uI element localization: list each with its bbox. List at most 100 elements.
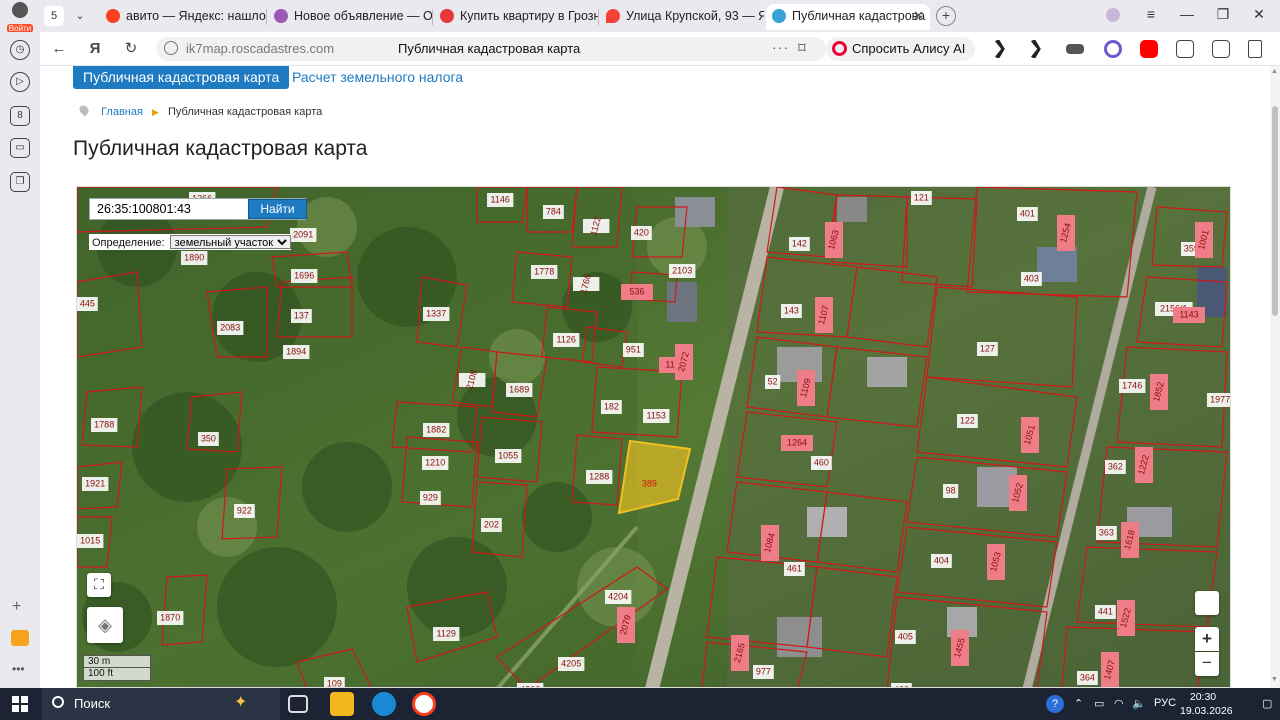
chevron-up-icon[interactable]: ⌃ [1074, 697, 1083, 710]
add-icon[interactable]: + [12, 598, 21, 616]
nav-land-tax[interactable]: Расчет земельного налога [292, 69, 463, 85]
parcel-label[interactable]: 52 [765, 375, 781, 389]
parcel-label[interactable]: 1107 [815, 297, 833, 333]
nav-cadastral-map[interactable]: Публичная кадастровая карта [73, 66, 290, 89]
parcel-label[interactable]: 1788 [91, 418, 118, 432]
parcel-label[interactable]: 2072 [675, 344, 693, 380]
page-scrollbar[interactable]: ▲ ▼ [1270, 66, 1280, 688]
parcel-label[interactable]: 1455 [951, 630, 969, 666]
parcel-label[interactable]: 1337 [423, 307, 450, 321]
bookmark-icon[interactable]: ⌑ [798, 39, 806, 57]
parcel-label[interactable]: 4204 [605, 590, 632, 604]
parcel-label[interactable]: 1001 [1195, 222, 1213, 258]
site-info-icon[interactable] [164, 41, 178, 55]
parcel-label[interactable]: 202 [481, 518, 502, 532]
tab-avito[interactable]: авито — Яндекс: нашлось [100, 4, 266, 30]
parcel-label[interactable]: 1109 [797, 370, 815, 406]
parcel-label[interactable]: 122 [957, 414, 978, 428]
parcel-label[interactable]: 1210 [422, 456, 449, 470]
parcel-label[interactable]: 405 [895, 630, 916, 644]
close-icon[interactable]: ✕ [913, 4, 924, 28]
parcel-label[interactable]: 929 [420, 491, 441, 505]
parcel-label[interactable]: 362 [1105, 460, 1126, 474]
tab-new-listing[interactable]: Новое объявление — Об [268, 4, 432, 30]
find-button[interactable]: Найти [248, 199, 307, 219]
parcel-label[interactable]: 350 [198, 432, 219, 446]
profile-circle-icon[interactable] [1098, 6, 1128, 25]
parcel-label[interactable]: 1222 [1135, 447, 1153, 483]
extension-k2-icon[interactable] [1030, 40, 1041, 58]
parcel-label[interactable]: 1129 [433, 627, 460, 641]
parcel-label[interactable]: 1055 [495, 449, 522, 463]
parcel-label[interactable]: 1522 [1117, 600, 1135, 636]
breadcrumb-home[interactable]: Главная [101, 106, 143, 118]
cadastral-map[interactable]: 1266114678411224202091189016964452083137… [76, 186, 1231, 688]
parcel-label[interactable]: 1696 [291, 269, 318, 283]
history-icon[interactable]: ◷ [10, 40, 30, 60]
scroll-up-icon[interactable]: ▲ [1271, 68, 1278, 75]
screen-icon[interactable]: ▭ [10, 138, 30, 158]
parcel-label[interactable]: 1015 [77, 534, 104, 548]
parcel-label[interactable]: 142 [789, 237, 810, 251]
parcel-label[interactable]: 1126 [553, 333, 580, 347]
parcel-label[interactable]: 137 [291, 309, 312, 323]
parcel-label[interactable]: 441 [1095, 605, 1116, 619]
parcel-label[interactable]: 1890 [181, 251, 208, 265]
taskbar-search[interactable]: Поиск ✦ [42, 688, 280, 720]
gift-icon[interactable] [11, 630, 29, 646]
parcel-label[interactable]: 1051 [1021, 417, 1039, 453]
parcel-label[interactable]: 1921 [82, 477, 109, 491]
reload-icon[interactable]: ↻ [120, 39, 142, 59]
parcel-label[interactable]: 182 [601, 400, 622, 414]
language-indicator[interactable]: РУС [1154, 697, 1176, 709]
windows-start-icon[interactable] [12, 696, 28, 712]
parcel-label[interactable]: 1143 [1173, 307, 1205, 323]
parcel-label[interactable]: 403 [1021, 272, 1042, 286]
parcel-label[interactable]: 1882 [423, 423, 450, 437]
parcel-label[interactable]: 143 [781, 304, 802, 318]
parcel-label[interactable]: 2165 [731, 635, 749, 671]
parcel-label[interactable]: 2091 [290, 228, 317, 242]
wifi-icon[interactable]: ◠ [1114, 697, 1124, 710]
parcel-label[interactable]: 1746 [1119, 379, 1146, 393]
fullscreen-icon[interactable]: ⛶ [87, 573, 111, 597]
parcel-label[interactable]: 109 [324, 677, 345, 688]
parcel-label[interactable]: 1778 [531, 265, 558, 279]
parcel-label[interactable]: 445 [77, 297, 98, 311]
parcel-label[interactable]: 363 [1096, 526, 1117, 540]
apps-icon[interactable]: 8 [10, 106, 30, 126]
download-icon[interactable] [1212, 40, 1230, 58]
parcel-label[interactable]: 1852 [1150, 374, 1168, 410]
parcel-label[interactable]: 1052 [1009, 475, 1027, 511]
parcel-label[interactable]: 1870 [157, 611, 184, 625]
panel-icon[interactable] [1248, 40, 1262, 58]
parcel-label[interactable]: 401 [1017, 207, 1038, 221]
parcel-label[interactable]: 1153 [643, 409, 670, 423]
tab-cadastral-map[interactable]: Публичная кадастрова ✕ [766, 4, 930, 30]
more-icon[interactable]: ••• [12, 662, 25, 676]
tab-buy-apartment[interactable]: Купить квартиру в Грозн [434, 4, 598, 30]
parcel-label[interactable]: 1894 [283, 345, 310, 359]
parcel-label[interactable]: 98 [943, 484, 959, 498]
collections-icon[interactable]: ❐ [10, 172, 30, 192]
extension-k-icon[interactable] [994, 40, 1005, 58]
close-window-icon[interactable]: ✕ [1244, 6, 1274, 23]
tab-map-address[interactable]: Улица Крупской, 93 — Ян [600, 4, 764, 30]
parcel-label[interactable]: 461 [784, 562, 805, 576]
parcel-label[interactable]: 1146 [487, 193, 514, 207]
parcel-label[interactable]: 1063 [825, 222, 843, 258]
parcel-label[interactable]: 536 [621, 284, 653, 300]
parcel-label[interactable]: 1084 [761, 525, 779, 561]
scroll-down-icon[interactable]: ▼ [1271, 676, 1278, 683]
parcel-label[interactable]: 951 [623, 343, 644, 357]
restore-icon[interactable]: ❐ [1208, 6, 1238, 23]
parcel-label[interactable]: 1407 [1101, 652, 1119, 688]
parcel-label[interactable]: 922 [234, 504, 255, 518]
zoom-in-button[interactable]: + [1195, 627, 1219, 651]
parcel-label[interactable]: 1264 [781, 435, 813, 451]
parcel-label[interactable]: 1254 [1057, 215, 1075, 251]
puzzle-icon[interactable] [1176, 40, 1194, 58]
zoom-out-button[interactable]: − [1195, 652, 1219, 676]
parcel-label[interactable]: 404 [931, 554, 952, 568]
help-icon[interactable]: ? [1046, 695, 1064, 713]
